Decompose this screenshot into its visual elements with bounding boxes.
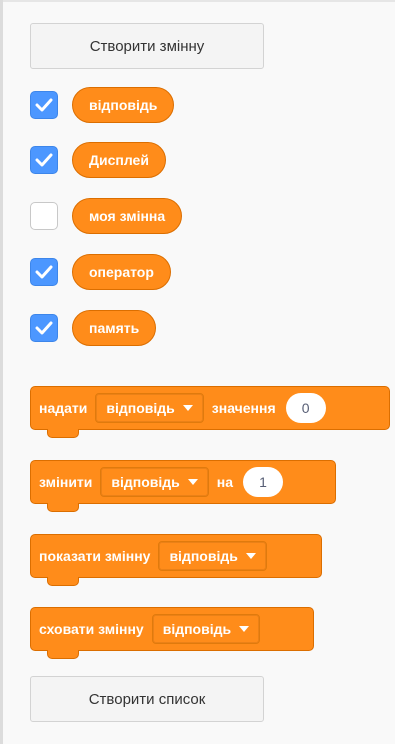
variable-row-0: відповідь: [30, 87, 175, 123]
top-divider: [0, 0, 395, 2]
show-variable-block[interactable]: показати змінну відповідь: [30, 534, 322, 586]
checkmark-icon: [35, 153, 53, 167]
show-block-variable-dropdown[interactable]: відповідь: [158, 541, 267, 571]
change-block-dropdown-value: відповідь: [111, 474, 180, 490]
variable-label-4: память: [89, 320, 140, 336]
caret-down-icon: [187, 479, 198, 485]
variables-palette: Створити змінну відповідь Дисплей моя зм…: [0, 0, 395, 744]
variable-checkbox-1[interactable]: [30, 146, 58, 174]
hide-block-verb: сховати змінну: [39, 621, 144, 637]
variable-label-3: оператор: [89, 264, 154, 280]
create-list-button[interactable]: Створити список: [30, 676, 264, 722]
create-variable-label: Створити змінну: [89, 37, 205, 55]
variable-checkbox-4[interactable]: [30, 314, 58, 342]
variable-reporter-3[interactable]: оператор: [72, 254, 171, 290]
variable-label-0: відповідь: [89, 97, 158, 113]
show-block-dropdown-value: відповідь: [169, 548, 238, 564]
variable-checkbox-2[interactable]: [30, 202, 58, 230]
change-block-suffix: на: [216, 474, 234, 490]
set-block-variable-dropdown[interactable]: відповідь: [95, 393, 204, 423]
set-block-verb: надати: [39, 400, 88, 416]
caret-down-icon: [245, 553, 256, 559]
block-notch: [47, 429, 79, 438]
caret-down-icon: [182, 405, 193, 411]
variable-reporter-0[interactable]: відповідь: [72, 87, 175, 123]
variable-label-1: Дисплей: [89, 152, 149, 168]
set-block-dropdown-value: відповідь: [106, 400, 175, 416]
caret-down-icon: [239, 626, 250, 632]
set-block-suffix: значення: [211, 400, 276, 416]
hide-block-variable-dropdown[interactable]: відповідь: [151, 614, 261, 644]
create-list-label: Створити список: [88, 690, 206, 708]
change-variable-block[interactable]: змінити відповідь на 1: [30, 460, 336, 512]
change-block-variable-dropdown[interactable]: відповідь: [100, 467, 209, 497]
checkmark-icon: [35, 321, 53, 335]
variable-checkbox-0[interactable]: [30, 91, 58, 119]
checkmark-icon: [35, 265, 53, 279]
change-block-value: 1: [259, 474, 267, 490]
block-notch: [47, 503, 79, 512]
variable-reporter-2[interactable]: моя змінна: [72, 198, 183, 234]
variable-row-3: оператор: [30, 254, 171, 290]
block-notch: [47, 577, 79, 586]
variable-row-2: моя змінна: [30, 198, 183, 234]
set-block-value: 0: [301, 400, 310, 416]
hide-variable-block[interactable]: сховати змінну відповідь: [30, 607, 314, 659]
variable-label-2: моя змінна: [89, 208, 166, 224]
block-notch: [47, 650, 79, 659]
variable-reporter-4[interactable]: память: [72, 310, 157, 346]
variable-checkbox-3[interactable]: [30, 258, 58, 286]
variable-row-1: Дисплей: [30, 142, 166, 178]
variable-reporter-1[interactable]: Дисплей: [72, 142, 166, 178]
variable-row-4: память: [30, 310, 157, 346]
set-block-value-input[interactable]: 0: [285, 393, 326, 423]
change-block-value-input[interactable]: 1: [243, 467, 284, 497]
left-divider: [0, 0, 3, 744]
hide-block-dropdown-value: відповідь: [162, 621, 232, 637]
create-variable-button[interactable]: Створити змінну: [30, 23, 264, 69]
change-block-verb: змінити: [39, 474, 93, 490]
checkmark-icon: [35, 98, 53, 112]
set-variable-block[interactable]: надати відповідь значення 0: [30, 386, 390, 438]
show-block-verb: показати змінну: [39, 548, 151, 564]
